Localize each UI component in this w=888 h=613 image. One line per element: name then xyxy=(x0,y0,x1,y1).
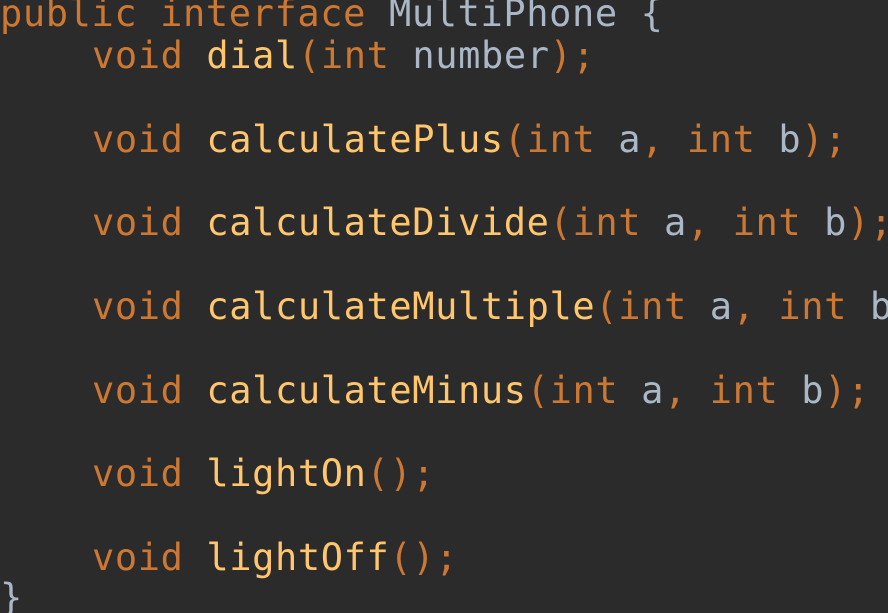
method-name: calculateMultiple xyxy=(206,285,596,328)
code-editor[interactable]: public interface MultiPhone { void dial(… xyxy=(0,0,888,613)
return-type: void xyxy=(92,34,184,77)
method-line-calculate-divide: void calculateDivide(int a, int b); xyxy=(0,201,888,245)
open-paren: ( xyxy=(503,118,527,161)
close-paren-semicolon: ); xyxy=(824,369,870,412)
param-type: int xyxy=(709,369,779,412)
close-paren-semicolon: ); xyxy=(412,536,459,579)
param-type: int xyxy=(549,369,619,412)
close-paren-semicolon: ); xyxy=(801,118,848,161)
param-type: int xyxy=(572,201,642,244)
interface-declaration-line: public interface MultiPhone { xyxy=(0,0,663,36)
close-paren-semicolon: ); xyxy=(847,201,888,244)
interface-keyword: interface xyxy=(160,0,367,35)
open-brace: { xyxy=(640,0,664,35)
param-name: number xyxy=(412,34,550,77)
method-name: dial xyxy=(206,34,298,77)
return-type: void xyxy=(92,536,184,579)
param-name: a xyxy=(663,201,687,244)
open-paren: ( xyxy=(297,34,321,77)
close-paren-semicolon: ); xyxy=(389,452,436,495)
close-brace: } xyxy=(0,576,23,613)
param-type: int xyxy=(526,118,596,161)
method-line-light-on: void lightOn(); xyxy=(0,452,435,496)
method-name: calculatePlus xyxy=(206,118,504,161)
param-name: b xyxy=(778,118,802,161)
open-paren: ( xyxy=(366,452,390,495)
interface-name: MultiPhone xyxy=(388,0,618,35)
return-type: void xyxy=(92,118,184,161)
param-type: int xyxy=(778,285,848,328)
param-type: int xyxy=(732,201,802,244)
return-type: void xyxy=(92,285,184,328)
param-name: a xyxy=(641,369,664,412)
open-paren: ( xyxy=(526,369,550,412)
closing-brace-line: } xyxy=(0,576,23,613)
method-name: calculateMinus xyxy=(206,369,527,412)
method-name: calculateDivide xyxy=(206,201,550,244)
method-name: lightOn xyxy=(206,452,367,495)
method-name: lightOff xyxy=(206,536,390,579)
param-type: int xyxy=(686,118,756,161)
param-name: a xyxy=(618,118,642,161)
param-type: int xyxy=(618,285,687,328)
param-name: a xyxy=(709,285,733,328)
param-separator: , xyxy=(732,285,756,328)
method-line-dial: void dial(int number); xyxy=(0,34,595,78)
method-line-light-off: void lightOff(); xyxy=(0,536,458,580)
return-type: void xyxy=(92,201,184,244)
param-separator: , xyxy=(686,201,710,244)
public-keyword: public xyxy=(0,0,138,35)
param-type: int xyxy=(320,34,390,77)
param-separator: , xyxy=(663,369,687,412)
open-paren: ( xyxy=(595,285,619,328)
method-line-calculate-plus: void calculatePlus(int a, int b); xyxy=(0,118,847,162)
method-line-calculate-multiple: void calculateMultiple(int a, int b); xyxy=(0,285,888,329)
param-separator: , xyxy=(641,118,664,161)
close-paren-semicolon: ); xyxy=(549,34,596,77)
param-name: b xyxy=(824,201,848,244)
open-paren: ( xyxy=(389,536,413,579)
param-name: b xyxy=(801,369,825,412)
method-line-calculate-minus: void calculateMinus(int a, int b); xyxy=(0,369,870,413)
return-type: void xyxy=(92,452,184,495)
open-paren: ( xyxy=(549,201,573,244)
return-type: void xyxy=(92,369,184,412)
param-name: b xyxy=(869,285,888,328)
